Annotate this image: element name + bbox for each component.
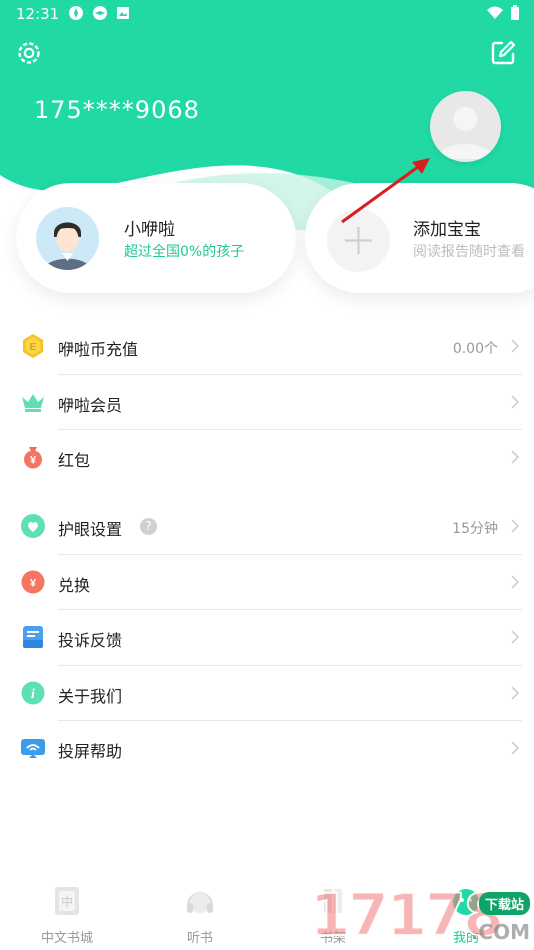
kid-profile-card[interactable]: 小咿啦 超过全国0%的孩子	[16, 183, 296, 293]
menu-item-red-packet[interactable]: ¥ 红包	[0, 430, 534, 486]
tab-audiobook[interactable]: 听书	[150, 880, 250, 950]
app-notification-icon	[93, 6, 107, 20]
add-kid-title: 添加宝宝	[413, 220, 481, 240]
kid-avatar-icon	[36, 207, 99, 270]
tab-label: 中文书城	[40, 931, 93, 946]
tab-profile[interactable]: 我的	[416, 880, 516, 950]
user-avatar[interactable]	[430, 91, 501, 162]
menu-label: 咿啦会员	[58, 395, 123, 415]
notification-icons	[68, 5, 130, 21]
svg-text:i: i	[31, 687, 35, 702]
chevron-right-icon	[511, 630, 520, 644]
status-time: 12:31	[16, 5, 60, 23]
tab-label: 书架	[319, 931, 346, 946]
menu-item-feedback[interactable]: 投诉反馈	[0, 610, 534, 666]
info-icon: i	[21, 681, 45, 704]
add-kid-button[interactable]	[327, 209, 390, 272]
my-profile-page: 12:31 175****9068 小咿啦 超过全国0%的孩子 添加宝宝 阅读报…	[0, 0, 534, 950]
kid-avatar	[36, 207, 99, 270]
headphones-icon	[187, 892, 213, 913]
menu-label: 护眼设置	[58, 520, 123, 539]
chevron-right-icon	[511, 741, 520, 755]
edit-icon[interactable]	[488, 38, 518, 68]
default-avatar-icon	[436, 107, 495, 159]
menu-item-membership[interactable]: 咿啦会员	[0, 375, 534, 430]
menu-item-exchange[interactable]: ¥ 兑换	[0, 555, 534, 610]
menu-label: 投屏帮助	[58, 742, 123, 761]
bookshelf-icon	[324, 889, 342, 913]
menu-label: 兑换	[58, 575, 91, 595]
chevron-right-icon	[511, 519, 520, 533]
eye-care-time: 15分钟	[452, 521, 498, 537]
kid-rank: 超过全国0%的孩子	[124, 244, 245, 260]
svg-text:E: E	[30, 342, 37, 353]
tab-bookshelf[interactable]: 书架	[283, 880, 383, 950]
svg-text:¥: ¥	[30, 455, 37, 467]
eye-care-icon	[21, 514, 45, 538]
tab-label: 听书	[186, 931, 213, 946]
kid-name: 小咿啦	[124, 220, 175, 240]
menu-label: 投诉反馈	[58, 631, 123, 650]
menu-group-wallet: E 咿啦币充值 0.00个 咿啦会员 ¥ 红包	[0, 319, 534, 486]
profile-icon	[453, 889, 479, 915]
crown-icon	[22, 393, 44, 412]
battery-icon	[511, 5, 519, 20]
menu-item-about-us[interactable]: i 关于我们	[0, 666, 534, 721]
menu-group-settings: 护眼设置 ? 15分钟 ¥ 兑换 投诉反馈 i 关于我们 投屏帮助	[0, 499, 534, 777]
tab-label: 我的	[452, 931, 479, 946]
chevron-right-icon	[511, 394, 520, 409]
chevron-right-icon	[511, 339, 520, 353]
wifi-icon	[487, 6, 503, 19]
menu-item-screen-cast-help[interactable]: 投屏帮助	[0, 721, 534, 777]
coin-icon: E	[23, 334, 43, 358]
svg-text:¥: ¥	[30, 577, 37, 589]
coin-balance: 0.00个	[452, 341, 498, 357]
menu-label: 咿啦币充值	[58, 340, 139, 359]
image-notification-icon	[117, 7, 129, 19]
status-bar: 12:31	[0, 0, 534, 28]
menu-item-coin-recharge[interactable]: E 咿啦币充值 0.00个	[0, 319, 534, 375]
menu-label: 关于我们	[58, 686, 123, 706]
chevron-right-icon	[511, 685, 520, 700]
feedback-icon	[23, 626, 43, 648]
help-icon[interactable]: ?	[140, 518, 157, 535]
chevron-right-icon	[511, 450, 520, 464]
bottom-navigation: 中 中文书城 听书 书架 我的	[0, 880, 534, 950]
chevron-right-icon	[511, 574, 520, 589]
add-kid-card[interactable]: 添加宝宝 阅读报告随时查看	[305, 183, 534, 293]
menu-item-eye-care[interactable]: 护眼设置 ? 15分钟	[0, 499, 534, 555]
gear-icon[interactable]	[14, 38, 44, 68]
book-city-icon: 中	[55, 887, 79, 915]
app-notification-icon	[69, 6, 83, 20]
system-status-icons	[486, 5, 520, 21]
menu-label: 红包	[58, 451, 91, 470]
red-packet-icon: ¥	[24, 447, 42, 469]
plus-icon	[345, 227, 372, 254]
phone-number: 175****9068	[34, 96, 200, 124]
screen-cast-icon	[21, 739, 45, 758]
svg-text:中: 中	[61, 894, 73, 909]
add-kid-subtitle: 阅读报告随时查看	[413, 244, 525, 260]
tab-book-city[interactable]: 中 中文书城	[17, 880, 117, 950]
exchange-icon: ¥	[21, 570, 45, 593]
